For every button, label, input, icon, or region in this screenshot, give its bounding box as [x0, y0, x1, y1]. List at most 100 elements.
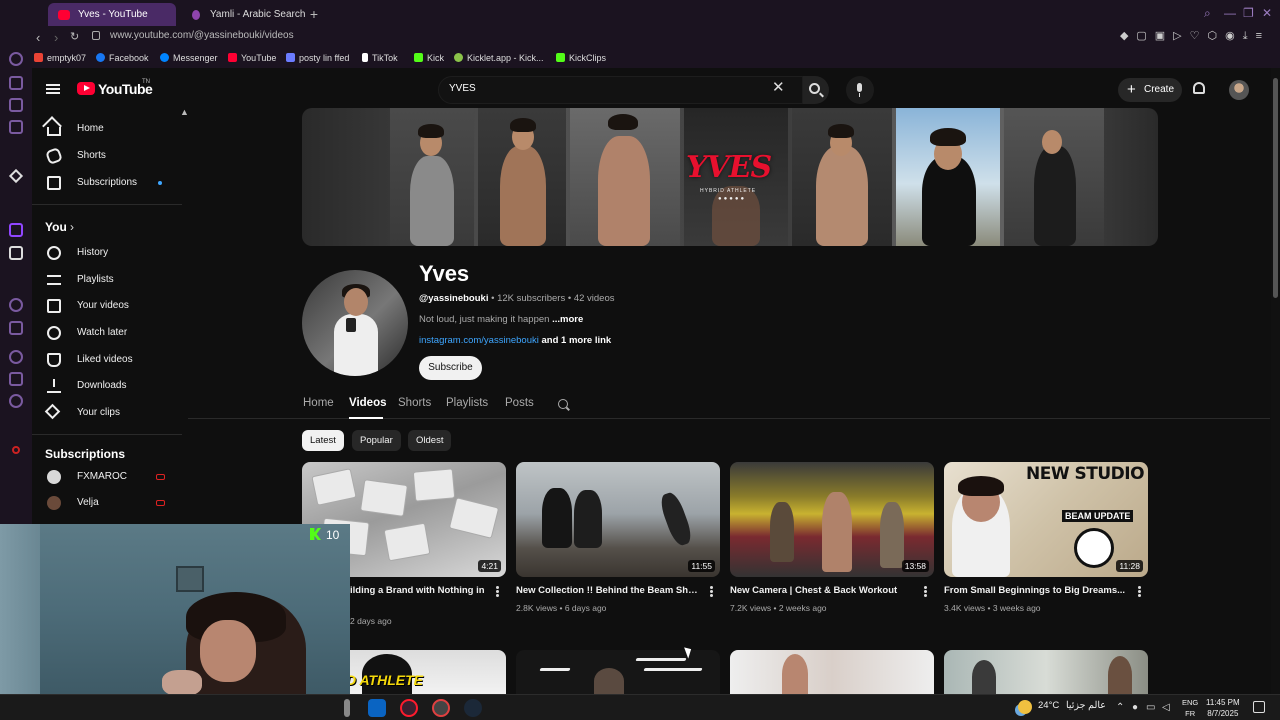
address-actions[interactable]: ◆▢▣▷♡⬡◉⤓≡ [1120, 29, 1270, 43]
new-tab-button[interactable]: + [306, 6, 322, 22]
page-scrollbar[interactable] [1271, 68, 1280, 694]
sidebar-you-heading[interactable]: You [45, 220, 67, 234]
url-field[interactable]: www.youtube.com/@yassinebouki/videos [110, 30, 294, 41]
search-button[interactable] [803, 76, 829, 104]
weather-description[interactable]: عالم جزئيا [1066, 700, 1106, 711]
account-avatar[interactable] [1229, 80, 1249, 100]
clear-search-icon[interactable]: ✕ [772, 80, 785, 96]
chip-oldest[interactable]: Oldest [408, 430, 452, 451]
more-link[interactable]: ...more [552, 314, 583, 325]
youtube-logo-icon[interactable] [77, 82, 95, 95]
video-thumbnail[interactable] [944, 650, 1148, 694]
settings-icon[interactable] [9, 394, 23, 408]
channel-links[interactable]: instagram.com/yassinebouki and 1 more li… [419, 335, 611, 346]
tab-videos[interactable]: Videos [349, 397, 387, 409]
bookmark-facebook[interactable]: Facebook [96, 53, 149, 63]
more-options-icon[interactable] [924, 586, 927, 597]
back-icon[interactable]: ‹ [36, 30, 40, 45]
language-indicator[interactable]: ENG FR [1182, 697, 1198, 719]
voice-search-icon[interactable] [846, 76, 874, 104]
instagram-link[interactable]: instagram.com/yassinebouki [419, 335, 539, 346]
search-tabs-icon[interactable]: ⌕ [1204, 6, 1211, 21]
bookmark-kicklet[interactable]: Kicklet.app - Kick... [454, 53, 544, 63]
weather-icon[interactable] [1018, 700, 1032, 714]
more-options-icon[interactable] [1138, 586, 1141, 597]
channel-avatar[interactable] [302, 270, 408, 376]
bookmark-emptyk07[interactable]: emptyk07 [34, 53, 86, 63]
video-thumbnail[interactable]: NEW STUDIO BEAM UPDATE 11:28 [944, 462, 1148, 577]
more-options-icon[interactable] [710, 586, 713, 597]
video-title[interactable]: From Small Beginnings to Big Dreams... [944, 585, 1130, 596]
video-title[interactable]: ilding a Brand with Nothing in [350, 585, 490, 596]
video-thumbnail[interactable]: 13:58 [730, 462, 934, 577]
obs-icon[interactable] [432, 699, 450, 717]
sidebar-item-downloads[interactable]: Downloads [32, 373, 182, 399]
subscribe-button[interactable]: Subscribe [419, 356, 482, 380]
sidebar-item-shorts[interactable]: Shorts [32, 143, 182, 169]
search-input[interactable] [449, 83, 749, 94]
bookmark-kickclips[interactable]: KickClips [556, 53, 606, 63]
outlook-icon[interactable] [368, 699, 386, 717]
pinboard-icon[interactable] [9, 98, 23, 112]
close-window-icon[interactable]: ✕ [1262, 6, 1272, 20]
more-links[interactable]: and 1 more link [542, 335, 612, 346]
bookmark-messenger[interactable]: Messenger [160, 53, 218, 63]
scrollbar-thumb[interactable] [1273, 78, 1278, 298]
tab-posts[interactable]: Posts [505, 397, 534, 409]
workspaces-icon[interactable] [9, 76, 23, 90]
bookmark-posty[interactable]: posty lin ffed [286, 53, 349, 63]
tab-home[interactable]: Home [303, 397, 334, 409]
sidebar-item-home[interactable]: Home [32, 116, 182, 142]
reload-icon[interactable]: ↻ [70, 30, 79, 43]
tab-yamli[interactable]: Yamli - Arabic Search Eng [180, 3, 306, 27]
clock[interactable]: 11:45 PM 8/7/2025 [1206, 697, 1240, 719]
sidebar-item-your-clips[interactable]: Your clips [32, 400, 182, 426]
tab-youtube[interactable]: Yves - YouTube [48, 3, 176, 27]
opera-icon[interactable] [400, 699, 418, 717]
sidebar-item-history[interactable]: History [32, 240, 182, 266]
chip-popular[interactable]: Popular [352, 430, 401, 451]
video-thumbnail[interactable] [730, 650, 934, 694]
history-rail-icon[interactable] [9, 321, 23, 335]
more-options-icon[interactable] [496, 586, 499, 597]
chevron-right-icon[interactable]: › [70, 220, 74, 234]
forward-icon[interactable]: › [54, 30, 58, 45]
sidebar-item-watch-later[interactable]: Watch later [32, 320, 182, 346]
bookmark-youtube[interactable]: YouTube [228, 53, 276, 63]
weather-temp[interactable]: 24°C [1038, 700, 1059, 711]
sidebar-sub-velja[interactable]: Velja [32, 490, 182, 516]
network-icon[interactable]: ▭ [1146, 702, 1155, 713]
x-icon[interactable] [9, 246, 23, 260]
extensions-icon[interactable] [9, 372, 23, 386]
maximize-icon[interactable]: ❐ [1243, 6, 1254, 20]
search-box[interactable] [438, 76, 803, 104]
sidebar-item-playlists[interactable]: Playlists [32, 267, 182, 293]
volume-icon[interactable]: ◁ [1162, 702, 1170, 713]
clock-icon[interactable] [9, 350, 23, 364]
bookmark-tiktok[interactable]: TikTok [362, 53, 398, 63]
twitch-icon[interactable] [9, 223, 23, 237]
sidebar-item-your-videos[interactable]: Your videos [32, 293, 182, 319]
record-icon[interactable] [12, 446, 20, 454]
sidebar-item-subscriptions[interactable]: Subscriptions [32, 170, 182, 196]
taskbar-app-icon[interactable] [344, 699, 350, 717]
sidebar-sub-fxmaroc[interactable]: FXMAROC [32, 464, 182, 490]
steam-icon[interactable] [464, 699, 482, 717]
tray-chevron-icon[interactable]: ⌃ [1116, 702, 1124, 713]
tab-shorts[interactable]: Shorts [398, 397, 431, 409]
video-title[interactable]: New Camera | Chest & Back Workout [730, 585, 916, 596]
player-icon[interactable] [9, 298, 23, 312]
video-title[interactable]: New Collection !! Behind the Beam Shoot™ [516, 585, 702, 596]
lock-icon[interactable] [92, 31, 100, 40]
microphone-tray-icon[interactable]: ● [1132, 702, 1138, 713]
chip-latest[interactable]: Latest [302, 430, 344, 451]
notifications-icon[interactable] [1193, 82, 1205, 94]
aria-icon[interactable] [9, 52, 23, 66]
sidebar-item-liked-videos[interactable]: Liked videos [32, 347, 182, 373]
video-thumbnail[interactable]: 11:55 [516, 462, 720, 577]
tab-playlists[interactable]: Playlists [446, 397, 488, 409]
app-icon[interactable] [8, 168, 24, 184]
notifications-tray-icon[interactable] [1253, 701, 1265, 713]
create-button[interactable]: Create [1118, 78, 1182, 102]
mail-icon[interactable] [9, 120, 23, 134]
